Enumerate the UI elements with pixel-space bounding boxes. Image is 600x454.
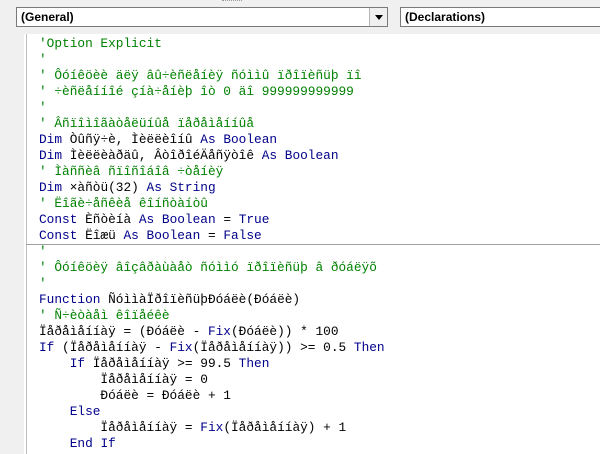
code-line-comment[interactable]: ' Ìàññèâ ñïîñîáîâ ÷òåíèÿ [39,164,385,180]
object-combo[interactable]: (General) [16,7,388,27]
code-line-comment[interactable]: ' [39,244,385,260]
object-combo-value: (General) [21,10,74,24]
code-line-text: Ïåðåìåííàÿ = (Ðóáëè - Fix(Ðóáëè)) * 100 [39,324,339,339]
code-line[interactable]: Else [39,404,385,420]
code-line-text: Dim ×àñòü(32) As String [39,180,216,195]
code-line-text: ' Ôóíêöèÿ âîçâðàùàåò ñóììó ïðîïèñüþ â ðó… [39,260,377,275]
code-line-text: Function ÑóììàÏðîïèñüþÐóáëè(Ðóáëè) [39,292,301,307]
resize-grip[interactable] [222,0,242,4]
code-line-text: ' ÷èñëåííîé çíà÷åíèþ îò 0 äî 99999999999… [39,84,354,99]
code-line[interactable]: Ïåðåìåííàÿ = (Ðóáëè - Fix(Ðóáëè)) * 100 [39,324,385,340]
code-line-text: Const Èñòèíà As Boolean = True [39,212,270,227]
code-line-text: Else [69,404,101,419]
code-line-text: ' Ñ÷èòàåì êîïåéêè [39,308,170,323]
code-line-text: Ïåðåìåííàÿ = 0 [39,372,208,387]
code-line-text: Dim Ìèëëèàðäû, ÂòîðîéÄåñÿòîê As Boolean [39,148,339,163]
code-line-text: ' [39,276,47,291]
code-line-text: ' Ìàññèâ ñïîñîáîâ ÷òåíèÿ [39,164,224,179]
code-line-text: End If [69,436,116,451]
code-line[interactable]: Dim ×àñòü(32) As String [39,180,385,196]
code-line-comment[interactable]: 'Option Explicit [39,36,385,52]
code-line[interactable]: Dim Òûñÿ÷è, Ìèëëèîíû As Boolean [39,132,385,148]
code-line-comment[interactable]: ' Ëîãè÷åñêèå êîíñòàíòû [39,196,385,212]
code-line[interactable]: If (Ïåðåìåííàÿ - Fix(Ïåðåìåííàÿ)) >= 0.5… [39,340,385,356]
code-editor[interactable]: 'Option Explicit ' ' Ôóíêöèè äëÿ âû÷èñëåíè… [0,34,600,454]
code-line-text: If (Ïåðåìåííàÿ - Fix(Ïåðåìåííàÿ)) >= 0.5… [39,340,385,355]
code-line-comment[interactable]: ' Ôóíêöèÿ âîçâðàùàåò ñóììó ïðîïèñüþ â ðó… [39,260,385,276]
code-line-text: 'Option Explicit [39,36,162,51]
procedure-combo[interactable]: (Declarations) [400,7,600,27]
code-line-text: ' Ôóíêöèè äëÿ âû÷èñëåíèÿ ñóììû ïðîïèñüþ … [39,68,362,83]
code-line-text: Ïåðåìåííàÿ = Fix(Ïåðåìåííàÿ) + 1 [39,420,347,435]
code-line-comment[interactable]: ' [39,52,385,68]
code-line-comment[interactable]: ' Ôóíêöèè äëÿ âû÷èñëåíèÿ ñóììû ïðîïèñüþ … [39,68,385,84]
code-line-text: ' Âñïîìîãàòåëüíûå ïåðåìåííûå [39,116,255,131]
code-line-text: Dim Òûñÿ÷è, Ìèëëèîíû As Boolean [39,132,278,147]
code-line-comment[interactable]: ' [39,100,385,116]
code-text[interactable]: 'Option Explicit ' ' Ôóíêöèè äëÿ âû÷èñëåíè… [39,36,385,452]
margin-indicator-bar[interactable] [0,34,24,454]
code-line[interactable]: Const Ëîæü As Boolean = False [39,228,385,244]
code-line-comment[interactable]: ' ÷èñëåííîé çíà÷åíèþ îò 0 äî 99999999999… [39,84,385,100]
code-line-comment[interactable]: ' Ñ÷èòàåì êîïåéêè [39,308,385,324]
code-line[interactable]: Ïåðåìåííàÿ = 0 [39,372,385,388]
code-line[interactable]: End If [39,436,385,452]
code-line-comment[interactable]: ' [39,276,385,292]
code-line-text: ' [39,100,47,115]
code-line[interactable]: Function ÑóììàÏðîïèñüþÐóáëè(Ðóáëè) [39,292,385,308]
code-line[interactable]: Ïåðåìåííàÿ = Fix(Ïåðåìåííàÿ) + 1 [39,420,385,436]
procedure-combo-value: (Declarations) [405,10,486,24]
code-line[interactable]: Dim Ìèëëèàðäû, ÂòîðîéÄåñÿòîê As Boolean [39,148,385,164]
code-line-text: Ðóáëè = Ðóáëè + 1 [39,388,231,403]
code-line-text: Const Ëîæü As Boolean = False [39,228,262,243]
code-line-text: ' [39,52,47,67]
code-line-comment[interactable]: ' Âñïîìîãàòåëüíûå ïåðåìåííûå [39,116,385,132]
code-line-text: ' Ëîãè÷åñêèå êîíñòàíòû [39,196,208,211]
code-line[interactable]: If Ïåðåìåííàÿ >= 99.5 Then [39,356,385,372]
code-window-toolbar: (General) (Declarations) [0,0,600,34]
code-line[interactable]: Ðóáëè = Ðóáëè + 1 [39,388,385,404]
code-line-text: ' [39,244,47,259]
chevron-down-icon [374,14,383,20]
code-line[interactable]: Const Èñòèíà As Boolean = True [39,212,385,228]
object-combo-dropdown-button[interactable] [369,8,387,26]
code-line-text: If Ïåðåìåííàÿ >= 99.5 Then [69,356,270,371]
